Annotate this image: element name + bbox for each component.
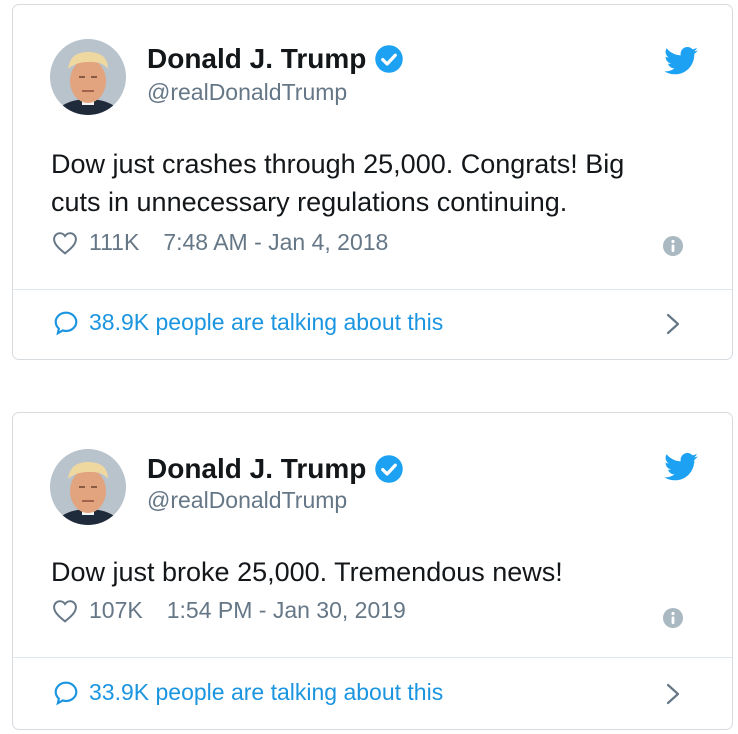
tweet-text-line: Dow just broke 25,000. Tremendous news! [51, 557, 563, 587]
like-count[interactable]: 111K [89, 229, 139, 256]
like-count[interactable]: 107K [89, 597, 143, 624]
avatar[interactable] [50, 39, 126, 115]
display-name[interactable]: Donald J. Trump [147, 43, 404, 75]
twitter-bird-icon[interactable] [664, 47, 698, 75]
divider [13, 657, 732, 658]
conversation-link[interactable]: 38.9K people are talking about this [53, 309, 443, 336]
conversation-text[interactable]: 38.9K people are talking about this [89, 309, 443, 336]
verified-badge-icon [375, 455, 404, 483]
twitter-bird-icon[interactable] [664, 453, 698, 481]
chevron-right-icon[interactable] [666, 313, 680, 335]
user-handle[interactable]: @realDonaldTrump [147, 487, 347, 514]
tweet-text: Dow just crashes through 25,000. Congrat… [51, 145, 701, 221]
display-name-text[interactable]: Donald J. Trump [147, 43, 366, 75]
avatar[interactable] [50, 449, 126, 525]
tweet-text-line: Dow just crashes through 25,000. Congrat… [51, 149, 625, 179]
tweet-meta: 111K 7:48 AM - Jan 4, 2018 [51, 229, 388, 256]
tweet-card[interactable]: Donald J. Trump @realDonaldTrump Dow jus… [12, 4, 733, 360]
tweet-text-line: cuts in unnecessary regulations continui… [51, 187, 568, 217]
heart-icon[interactable] [51, 599, 79, 623]
heart-icon[interactable] [51, 231, 79, 255]
chevron-right-icon[interactable] [666, 683, 680, 705]
conversation-link[interactable]: 33.9K people are talking about this [53, 679, 443, 706]
tweet-meta: 107K 1:54 PM - Jan 30, 2019 [51, 597, 406, 624]
display-name-text[interactable]: Donald J. Trump [147, 453, 366, 485]
verified-badge-icon [375, 45, 404, 73]
tweet-card[interactable]: Donald J. Trump @realDonaldTrump Dow jus… [12, 412, 733, 730]
speech-bubble-icon [54, 681, 78, 705]
user-handle[interactable]: @realDonaldTrump [147, 79, 347, 106]
timestamp[interactable]: 7:48 AM - Jan 4, 2018 [163, 229, 388, 256]
info-icon[interactable] [662, 235, 684, 257]
conversation-text[interactable]: 33.9K people are talking about this [89, 679, 443, 706]
tweet-text: Dow just broke 25,000. Tremendous news! [51, 553, 701, 591]
display-name[interactable]: Donald J. Trump [147, 453, 404, 485]
timestamp[interactable]: 1:54 PM - Jan 30, 2019 [167, 597, 406, 624]
info-icon[interactable] [662, 607, 684, 629]
speech-bubble-icon [54, 311, 78, 335]
divider [13, 289, 732, 290]
